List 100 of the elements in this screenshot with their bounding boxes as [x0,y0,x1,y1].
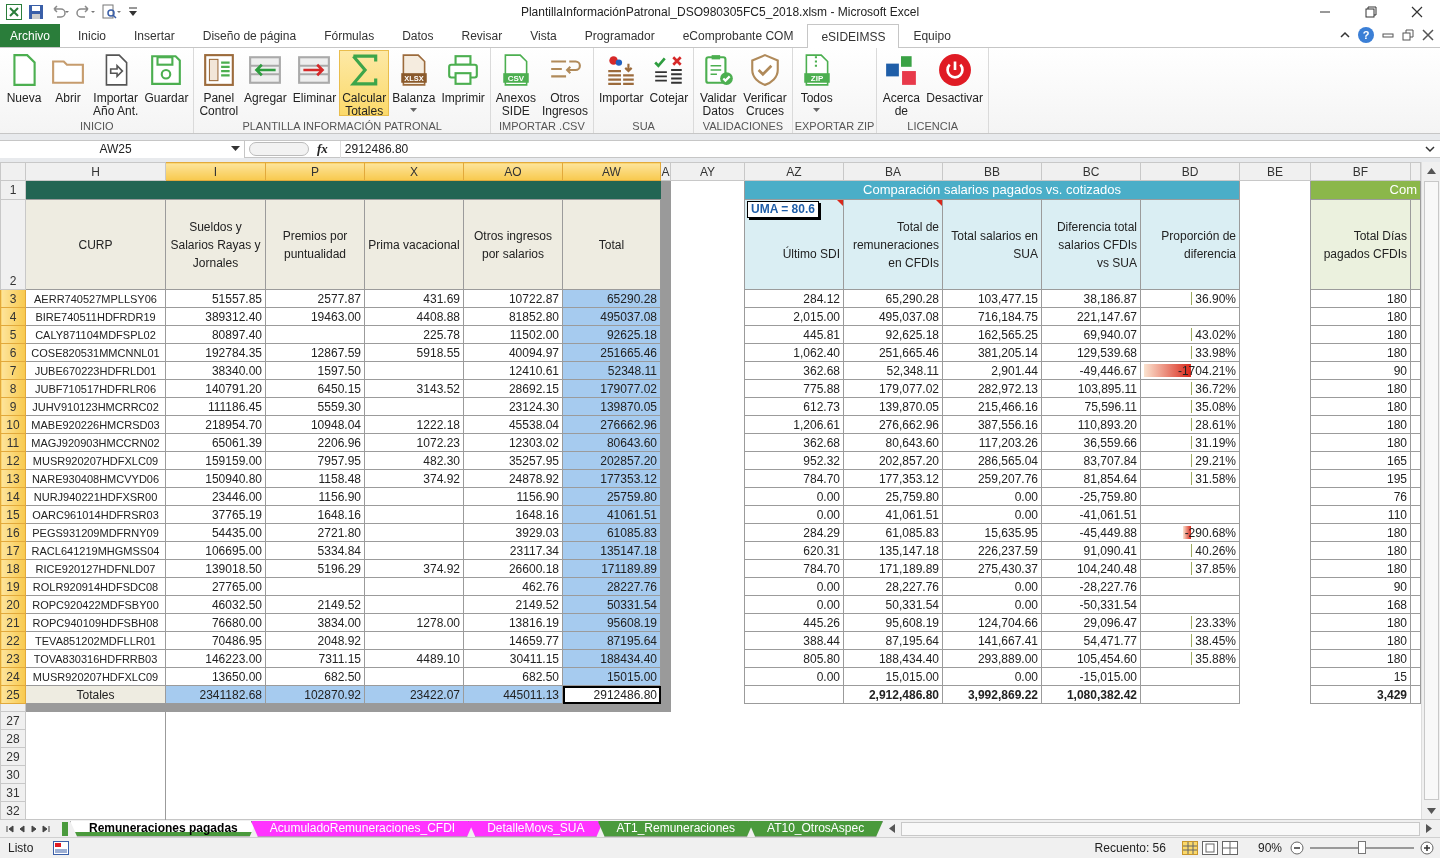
table-cell: 41,061.51 [843,505,943,524]
column-header[interactable]: BF [1310,162,1411,181]
ribbon-button[interactable]: Agregar [241,50,290,116]
table-cell: 0.00 [744,667,844,686]
ribbon-button[interactable]: Eliminar [289,50,340,116]
row-header[interactable]: 2 [0,199,26,290]
scroll-down-icon[interactable] [1426,807,1436,814]
column-header[interactable]: BC [1041,162,1141,181]
column-header[interactable]: AY [670,162,745,181]
ribbon-button[interactable]: Verificar Cruces [740,50,790,116]
excel-app-icon[interactable] [6,4,22,20]
ribbon-button[interactable]: Desactivar [923,50,986,116]
minimize-icon[interactable] [1382,30,1394,40]
page-break-view-icon[interactable] [1221,841,1238,855]
scroll-right-icon[interactable] [1426,824,1432,833]
table-cell: 1156.90 [265,487,365,506]
ribbon-tab[interactable]: Datos [388,24,448,47]
ribbon-tab[interactable]: Equipo [899,24,965,47]
name-box[interactable]: AW25 [0,140,245,158]
table-cell: 3143.52 [364,379,464,398]
ribbon-tab[interactable]: Diseño de página [188,24,311,47]
ribbon-button[interactable]: Acerca de [879,50,924,116]
ribbon-button[interactable]: Imprimir [438,50,488,116]
zoom-in-icon[interactable] [1420,841,1434,855]
formula-field[interactable]: 2912486.80 [339,140,1420,158]
column-header[interactable]: AW [562,162,661,181]
ribbon-button[interactable]: Importar Año Ant. [90,50,142,116]
scroll-left-icon[interactable] [889,824,896,833]
table-cell: 388.44 [744,631,844,650]
table-cell: 784.70 [744,469,844,488]
column-header[interactable]: X [364,162,464,181]
restore-icon[interactable] [1402,29,1414,41]
file-tab[interactable]: Archivo [0,24,60,47]
column-header[interactable]: BA [843,162,943,181]
table-cell: 225.78 [364,325,464,344]
expand-caret-icon[interactable] [1424,145,1436,153]
column-header[interactable]: I [165,162,266,181]
ribbon-button[interactable]: Cotejar [646,50,692,116]
collapse-ribbon-icon[interactable] [1340,30,1350,40]
ribbon-tab[interactable]: Inicio [64,24,121,47]
scrollbar-thumb[interactable] [1423,181,1439,800]
scrollbar-thumb[interactable] [901,821,1420,836]
table-cell: 31.58% [1195,471,1236,486]
table-cell: 45538.04 [463,415,563,434]
table-cell: TEVA851202MDFLLR01 [25,631,166,650]
macro-record-icon[interactable] [53,841,70,855]
previous-sheet-icon[interactable] [18,824,26,833]
next-sheet-icon[interactable] [30,824,38,833]
column-header[interactable]: H [25,162,166,181]
table-cell: 35.08% [1195,399,1236,414]
table-cell: 0.00 [744,595,844,614]
ribbon-button[interactable]: Nueva [2,50,46,116]
ribbon-tab[interactable]: Vista [516,24,571,47]
ribbon-tab[interactable]: Revisar [447,24,517,47]
page-layout-view-icon[interactable] [1201,841,1218,855]
close-icon[interactable] [1422,29,1434,41]
table-cell: 0.00 [942,487,1042,506]
table-cell: OARC961014HDFRSR03 [25,505,166,524]
column-header[interactable]: BD [1140,162,1240,181]
first-sheet-icon[interactable] [6,824,14,833]
ribbon-tab[interactable]: eSIDEIMSS [807,24,900,48]
table-cell: JUHV910123HMCRRC02 [25,397,166,416]
insert-function-button[interactable]: fx [317,139,328,159]
zoom-slider-thumb[interactable] [1358,841,1366,854]
column-header[interactable]: BB [942,162,1042,181]
table-cell: 28.61% [1195,417,1236,432]
ribbon-tab[interactable]: eComprobante COM [668,24,808,47]
ribbon-tab[interactable]: Fórmulas [310,24,389,47]
ribbon-button[interactable]: Abrir [46,50,90,116]
save-icon[interactable] [28,4,44,20]
table-cell: 10722.87 [463,289,563,308]
sheet-tab[interactable]: AT10_OtrosAspec [748,820,884,837]
table-cell: 26600.18 [463,559,563,578]
column-header[interactable]: AO [463,162,563,181]
ribbon-button[interactable]: XLSX Balanza [389,50,439,116]
ribbon-button[interactable]: Otros Ingresos [538,50,591,116]
sheet-insert-icon[interactable] [62,821,68,836]
ribbon-button[interactable]: Validar Datos [696,50,741,116]
normal-view-icon[interactable] [1181,841,1198,855]
ribbon-button[interactable]: Panel Control [196,50,242,116]
column-header[interactable]: P [265,162,365,181]
last-sheet-icon[interactable] [42,824,50,833]
help-button[interactable]: ? [1358,27,1374,43]
table-cell: 43.02% [1195,327,1236,342]
column-header[interactable]: A [660,162,671,181]
redo-icon[interactable] [76,4,96,20]
ribbon-tab[interactable]: Insertar [120,24,189,47]
zoom-out-icon[interactable] [1290,841,1304,855]
ribbon-button[interactable]: Calcular Totales [339,50,390,116]
column-header[interactable]: AZ [744,162,844,181]
table-cell: 23124.30 [463,397,563,416]
print-preview-icon[interactable] [102,4,122,20]
table-cell: -28,227.76 [1041,577,1141,596]
undo-icon[interactable] [50,4,70,20]
table-cell: 103,477.15 [942,289,1042,308]
ribbon-tab[interactable]: Programador [570,24,669,47]
ribbon-button[interactable]: Guardar [141,50,192,116]
scroll-up-icon[interactable] [1426,167,1436,174]
ribbon-button[interactable]: Importar [595,50,647,116]
column-header[interactable]: BE [1239,162,1311,181]
